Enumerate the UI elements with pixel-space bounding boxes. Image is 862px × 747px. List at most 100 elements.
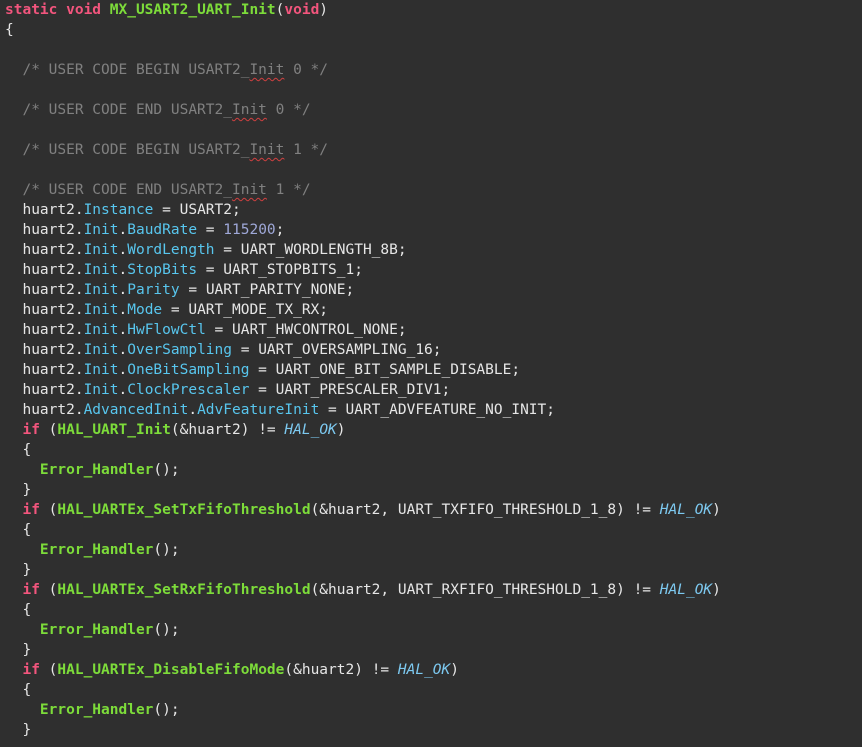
code-token: . — [119, 342, 128, 358]
code-token: Init — [84, 222, 119, 238]
code-token: { — [5, 602, 31, 618]
code-token: StopBits — [127, 262, 197, 278]
code-line[interactable]: huart2.Instance = USART2; — [5, 200, 241, 220]
code-token: } — [5, 722, 31, 738]
code-line[interactable]: } — [5, 480, 31, 500]
code-line[interactable]: /* USER CODE END USART2_Init 1 */ — [5, 180, 311, 200]
code-line[interactable]: /* USER CODE END USART2_Init 0 */ — [5, 100, 311, 120]
code-token: = UART_PRESCALER_DIV1; — [249, 382, 450, 398]
code-line[interactable]: { — [5, 600, 31, 620]
code-line[interactable]: huart2.AdvancedInit.AdvFeatureInit = UAR… — [5, 400, 555, 420]
code-token: WordLength — [127, 242, 214, 258]
code-line[interactable]: huart2.Init.OneBitSampling = UART_ONE_BI… — [5, 360, 520, 380]
code-token: (); — [153, 542, 179, 558]
code-token: Init — [84, 362, 119, 378]
code-token: = UART_WORDLENGTH_8B; — [215, 242, 407, 258]
code-token: (&huart2, UART_TXFIFO_THRESHOLD_1_8) != — [311, 502, 660, 518]
code-line[interactable]: if (HAL_UARTEx_DisableFifoMode(&huart2) … — [5, 660, 459, 680]
code-token: if — [22, 582, 39, 598]
code-token: /* USER CODE BEGIN USART2_ — [5, 62, 249, 78]
code-token: HAL_OK — [284, 422, 336, 438]
code-token: 1 */ — [284, 142, 328, 158]
code-line[interactable]: if (HAL_UARTEx_SetTxFifoThreshold(&huart… — [5, 500, 721, 520]
code-token: Init — [232, 102, 267, 118]
code-token: huart2. — [5, 242, 84, 258]
code-token: OverSampling — [127, 342, 232, 358]
code-editor[interactable]: static void MX_USART2_UART_Init(void) { /… — [0, 0, 862, 747]
code-token — [5, 702, 40, 718]
code-token: if — [22, 422, 39, 438]
code-token: ) — [712, 582, 721, 598]
code-token: . — [119, 382, 128, 398]
code-token: Parity — [127, 282, 179, 298]
code-line[interactable]: /* USER CODE BEGIN USART2_Init 1 */ — [5, 140, 328, 160]
code-token: . — [119, 362, 128, 378]
code-token: BaudRate — [127, 222, 197, 238]
code-token: 1 */ — [267, 182, 311, 198]
code-token — [5, 542, 40, 558]
code-token: ; — [276, 222, 285, 238]
code-token — [5, 502, 22, 518]
code-token: Error_Handler — [40, 462, 154, 478]
code-token: huart2. — [5, 222, 84, 238]
code-line[interactable]: if (HAL_UART_Init(&huart2) != HAL_OK) — [5, 420, 346, 440]
code-line[interactable]: Error_Handler(); — [5, 700, 180, 720]
code-line[interactable]: huart2.Init.OverSampling = UART_OVERSAMP… — [5, 340, 442, 360]
code-token: = UART_ONE_BIT_SAMPLE_DISABLE; — [249, 362, 520, 378]
code-line[interactable]: } — [5, 640, 31, 660]
code-token: ) — [450, 662, 459, 678]
code-token: ) — [319, 2, 328, 18]
code-token: { — [5, 682, 31, 698]
code-line[interactable]: Error_Handler(); — [5, 620, 180, 640]
code-token: . — [188, 402, 197, 418]
code-line[interactable]: huart2.Init.BaudRate = 115200; — [5, 220, 284, 240]
code-token — [5, 622, 40, 638]
code-line[interactable]: /* USER CODE BEGIN USART2_Init 0 */ — [5, 60, 328, 80]
code-token: huart2. — [5, 262, 84, 278]
code-token: (); — [153, 622, 179, 638]
code-token: ) — [712, 502, 721, 518]
code-line[interactable]: Error_Handler(); — [5, 540, 180, 560]
code-token: ClockPrescaler — [127, 382, 249, 398]
code-line[interactable]: { — [5, 520, 31, 540]
code-line[interactable]: static void MX_USART2_UART_Init(void) — [5, 0, 328, 20]
code-token: (); — [153, 462, 179, 478]
code-token: static void — [5, 2, 110, 18]
code-line[interactable]: huart2.Init.ClockPrescaler = UART_PRESCA… — [5, 380, 450, 400]
code-token: . — [119, 322, 128, 338]
code-line[interactable]: Error_Handler(); — [5, 460, 180, 480]
code-line[interactable]: huart2.Init.Parity = UART_PARITY_NONE; — [5, 280, 354, 300]
code-token: 115200 — [223, 222, 275, 238]
code-line[interactable]: huart2.Init.HwFlowCtl = UART_HWCONTROL_N… — [5, 320, 407, 340]
code-token: /* USER CODE END USART2_ — [5, 102, 232, 118]
code-line[interactable]: } — [5, 720, 31, 740]
code-token: { — [5, 22, 14, 38]
code-line[interactable]: { — [5, 680, 31, 700]
code-token: = UART_HWCONTROL_NONE; — [206, 322, 407, 338]
code-line[interactable]: { — [5, 440, 31, 460]
code-line[interactable]: } — [5, 560, 31, 580]
code-token: } — [5, 642, 31, 658]
code-token — [5, 422, 22, 438]
code-token: ( — [40, 422, 57, 438]
code-token: . — [119, 242, 128, 258]
code-token: (&huart2) != — [171, 422, 285, 438]
code-token: HAL_UARTEx_SetTxFifoThreshold — [57, 502, 310, 518]
code-token: = UART_ADVFEATURE_NO_INIT; — [319, 402, 555, 418]
code-token: void — [284, 2, 319, 18]
code-token: . — [119, 222, 128, 238]
code-token: OneBitSampling — [127, 362, 249, 378]
code-line[interactable]: if (HAL_UARTEx_SetRxFifoThreshold(&huart… — [5, 580, 721, 600]
code-token: Init — [84, 262, 119, 278]
code-line[interactable]: huart2.Init.Mode = UART_MODE_TX_RX; — [5, 300, 328, 320]
code-token: Init — [84, 242, 119, 258]
code-token: Error_Handler — [40, 622, 154, 638]
code-token: huart2. — [5, 362, 84, 378]
code-line[interactable]: huart2.Init.WordLength = UART_WORDLENGTH… — [5, 240, 407, 260]
code-token — [5, 662, 22, 678]
code-token: huart2. — [5, 282, 84, 298]
code-line[interactable]: { — [5, 20, 14, 40]
code-token: /* USER CODE END USART2_ — [5, 182, 232, 198]
code-token: Init — [249, 142, 284, 158]
code-line[interactable]: huart2.Init.StopBits = UART_STOPBITS_1; — [5, 260, 363, 280]
